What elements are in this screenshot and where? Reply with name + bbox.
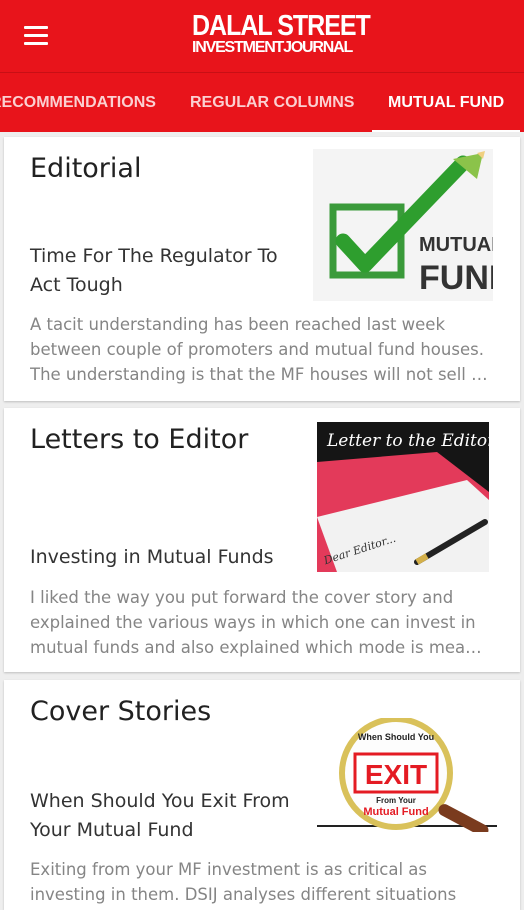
card-description-line: explained the various ways in which one … [30,613,476,632]
tab-mutual-fund[interactable]: MUTUAL FUND [371,73,521,132]
card-description-line: The understanding is that the MF houses … [30,365,488,384]
hamburger-menu-icon[interactable] [24,26,48,46]
card-headline: Investing in Mutual Funds [30,546,274,568]
letter-editor-thumbnail: Letter to the Editor Dear Editor... [317,422,489,572]
tab-recommendations[interactable]: RECOMMENDATIONS [0,73,156,132]
card-description-line: between couple of promoters and mutual f… [30,340,484,359]
thumb-exit-word: EXIT [365,759,427,790]
card-description: A tacit understanding has been reached l… [30,312,500,387]
card-headline: Time For The Regulator To Act Tough [30,245,278,296]
thumb-text-mutual: MUTUAL [419,234,493,256]
tab-regular-columns[interactable]: REGULAR COLUMNS [190,73,354,132]
app-logo: DALAL STREET INVESTMENTJOURNAL [192,9,371,56]
card-headline: When Should You Exit From Your Mutual Fu… [30,790,290,841]
thumb-exit-top: When Should You [358,732,434,742]
card-section-title: Cover Stories [30,696,212,727]
logo-line2: INVESTMENTJOURNAL [192,39,353,56]
card-section-title: Editorial [30,153,142,184]
card-description-line: Exiting from your MF investment is as cr… [30,860,427,879]
card-description-line: mutual funds and also explained which mo… [30,638,482,657]
exit-fund-thumbnail: When Should You EXIT From Your Mutual Fu… [317,718,497,832]
card-description-line: I liked the way you put forward the cove… [30,588,454,607]
thumb-exit-from: From Your [376,796,416,805]
thumb-letter-title: Letter to the Editor [326,431,489,451]
logo-line1: DALAL STREET [192,9,371,42]
thumb-exit-mf: Mutual Fund [363,806,428,818]
card-description-line: investing in them. DSIJ analyses differe… [30,885,457,904]
mutual-fund-thumbnail: MUTUAL FUND [313,149,493,301]
article-card-cover-stories[interactable]: Cover Stories When Should You Exit From … [4,680,520,910]
card-description-line: A tacit understanding has been reached l… [30,315,446,334]
app-bar: DALAL STREET INVESTMENTJOURNAL [0,0,524,72]
card-description: I liked the way you put forward the cove… [30,585,500,660]
card-section-title: Letters to Editor [30,424,249,455]
article-card-letters[interactable]: Letters to Editor Investing in Mutual Fu… [4,408,520,672]
article-card-editorial[interactable]: Editorial Time For The Regulator To Act … [4,137,520,401]
tab-bar: RECOMMENDATIONS REGULAR COLUMNS MUTUAL F… [0,72,524,132]
thumb-text-fund: FUND [419,259,493,297]
